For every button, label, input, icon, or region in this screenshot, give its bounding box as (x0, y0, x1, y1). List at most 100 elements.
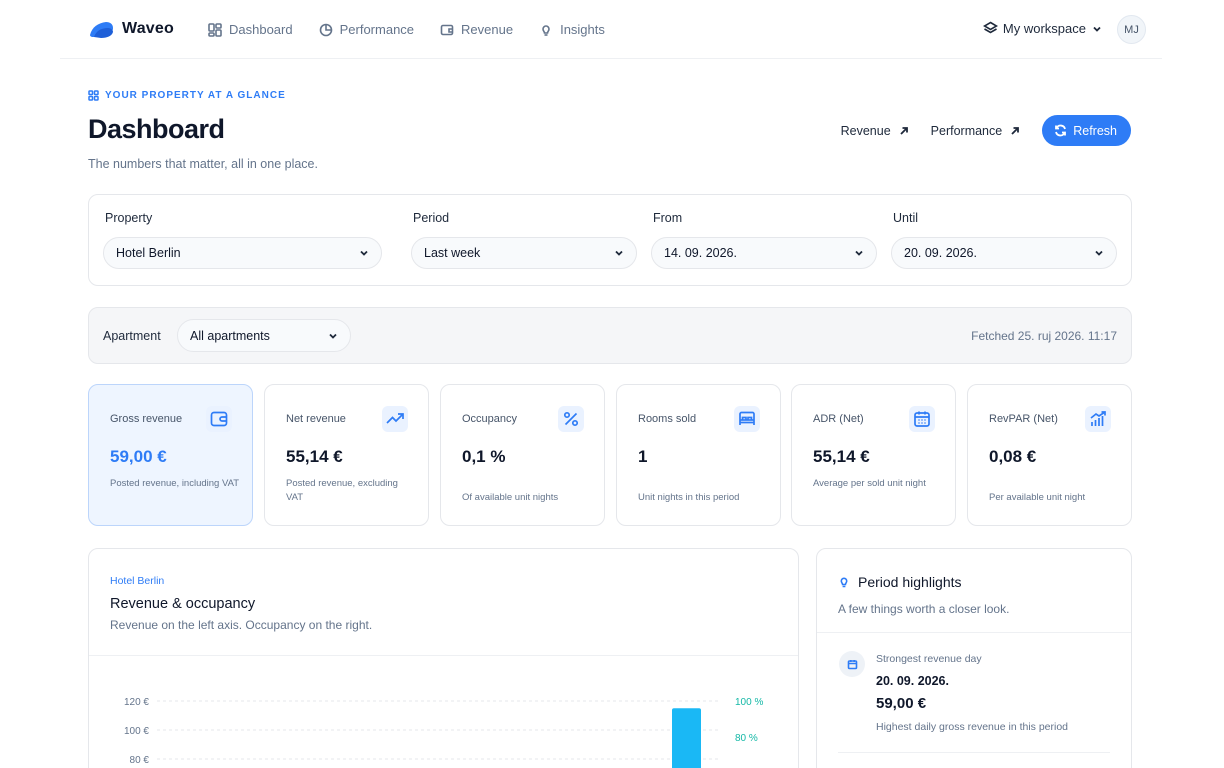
highlights-divider (817, 632, 1131, 633)
kpi-card-gross-revenue[interactable]: Gross revenue 59,00 € Posted revenue, in… (88, 384, 253, 526)
kpi-card-adr-net[interactable]: ADR (Net) 55,14 € Average per sold unit … (791, 384, 956, 526)
kpi-card-occupancy[interactable]: Occupancy 0,1 % Of available unit nights (440, 384, 605, 526)
apartment-value: All apartments (190, 328, 270, 343)
kpi-value: 0,1 % (462, 447, 506, 466)
revenue-link[interactable]: Revenue (841, 124, 909, 138)
chevron-down-icon (855, 250, 863, 256)
bed-icon (734, 406, 760, 432)
period-value: Last week (424, 246, 481, 260)
arrow-up-right-icon (900, 126, 908, 135)
kpi-value: 59,00 € (110, 447, 167, 466)
kpi-note: Of available unit nights (462, 492, 559, 503)
kpi-card-rooms-sold[interactable]: Rooms sold 1 Unit nights in this period (616, 384, 781, 526)
kpi-note: Average per sold unit night (813, 478, 926, 489)
period-select[interactable]: Last week (411, 237, 637, 269)
highlight-date: 20. 09. 2026. (876, 674, 949, 688)
property-value: Hotel Berlin (116, 246, 181, 260)
trending-up-icon (382, 406, 408, 432)
kpi-label: Gross revenue (110, 413, 183, 425)
main-nav: Dashboard Performance Revenue Insights (208, 0, 631, 59)
chart-title: Revenue & occupancy (110, 596, 256, 612)
chart-property-name: Hotel Berlin (110, 575, 165, 587)
apartment-select[interactable]: All apartments (177, 319, 351, 352)
page-title: Dashboard (88, 114, 225, 144)
highlight-divider (838, 752, 1110, 753)
nav-performance[interactable]: Performance (319, 22, 414, 37)
chevron-down-icon (1093, 26, 1101, 32)
highlight-label: Strongest revenue day (876, 653, 982, 665)
highlights-title: Period highlights (858, 574, 962, 590)
nav-insights[interactable]: Insights (539, 22, 605, 37)
property-label: Property (105, 211, 153, 225)
right-tick-label: 80 % (735, 733, 758, 744)
kpi-label: RevPAR (Net) (989, 413, 1058, 425)
grid-icon (88, 90, 99, 101)
page-eyebrow: YOUR PROPERTY AT A GLANCE (88, 90, 286, 101)
brand[interactable]: Waveo (88, 19, 174, 39)
highlight-note: Highest daily gross revenue in this peri… (876, 721, 1069, 733)
kpi-card-net-revenue[interactable]: Net revenue 55,14 € Posted revenue, excl… (264, 384, 429, 526)
kpi-value: 0,08 € (989, 447, 1037, 466)
kpi-card-revpar-net[interactable]: RevPAR (Net) 0,08 € Per available unit n… (967, 384, 1132, 526)
from-field: From 14. 09. 2026. (651, 211, 877, 269)
from-date-value: 14. 09. 2026. (664, 246, 737, 260)
highlights-header: Period highlights (838, 574, 962, 590)
percent-icon (558, 406, 584, 432)
property-select[interactable]: Hotel Berlin (103, 237, 382, 269)
refresh-button[interactable]: Refresh (1042, 115, 1131, 146)
period-label: Period (413, 211, 450, 225)
refresh-icon (1055, 124, 1067, 137)
revenue-link-label: Revenue (840, 123, 891, 138)
nav-revenue-label: Revenue (461, 22, 514, 37)
until-date-select[interactable]: 20. 09. 2026. (891, 237, 1117, 269)
top-navigation-bar: Waveo Dashboard Performance Revenue Insi… (60, 0, 1162, 59)
nav-performance-label: Performance (339, 22, 415, 37)
nav-insights-label: Insights (560, 22, 605, 37)
calendar-icon (909, 406, 935, 432)
filter-card: Property Hotel Berlin Period Last week F… (88, 194, 1132, 286)
revenue-bar (672, 708, 701, 768)
property-field: Property Hotel Berlin (103, 211, 382, 269)
period-field: Period Last week (411, 211, 637, 269)
workspace-switcher[interactable]: My workspace (982, 21, 1102, 36)
kpi-label: Net revenue (286, 413, 346, 425)
right-tick-label: 100 % (735, 697, 763, 708)
waveo-logo-icon (90, 22, 113, 38)
kpi-value: 55,14 € (286, 447, 343, 466)
workspace-label: My workspace (1002, 21, 1086, 36)
chevron-down-icon (360, 250, 368, 256)
until-field: Until 20. 09. 2026. (891, 211, 1117, 269)
calendar-icon (839, 651, 865, 677)
period-highlights-card: Period highlights A few things worth a c… (816, 548, 1132, 768)
brand-name: Waveo (122, 20, 174, 37)
until-label: Until (893, 211, 919, 225)
left-tick-label: 100 € (124, 726, 149, 737)
lightbulb-icon (840, 577, 848, 588)
from-date-select[interactable]: 14. 09. 2026. (651, 237, 877, 269)
arrow-up-right-icon (1011, 126, 1020, 135)
left-tick-label: 120 € (124, 697, 149, 708)
nav-revenue[interactable]: Revenue (440, 22, 513, 37)
avatar[interactable]: MJ (1117, 15, 1146, 44)
kpi-label: ADR (Net) (813, 413, 864, 425)
pie-chart-icon (319, 23, 332, 36)
highlights-subtitle: A few things worth a closer look. (838, 602, 1010, 616)
highlight-value: 59,00 € (876, 695, 927, 712)
revenue-occupancy-chart: 120 € 100 € 80 € 100 % 80 % (124, 697, 763, 768)
nav-dashboard[interactable]: Dashboard (208, 22, 293, 37)
page-subtitle: The numbers that matter, all in one plac… (88, 157, 318, 171)
refresh-button-label: Refresh (1073, 123, 1117, 138)
chevron-down-icon (1095, 250, 1103, 256)
lightbulb-icon (542, 24, 550, 36)
apartment-label: Apartment (103, 329, 161, 343)
kpi-note: Posted revenue, excluding VAT (286, 478, 398, 503)
revenue-occupancy-chart-card: Hotel Berlin Revenue & occupancy Revenue… (88, 548, 799, 768)
chevron-down-icon (329, 333, 337, 339)
layers-icon (982, 21, 998, 34)
performance-link[interactable]: Performance (931, 124, 1021, 138)
kpi-note: Per available unit night (989, 492, 1086, 503)
chart-subtitle: Revenue on the left axis. Occupancy on t… (110, 618, 373, 632)
wallet-icon (206, 406, 232, 432)
kpi-note: Posted revenue, including VAT (110, 478, 240, 489)
kpi-value: 1 (638, 447, 648, 466)
